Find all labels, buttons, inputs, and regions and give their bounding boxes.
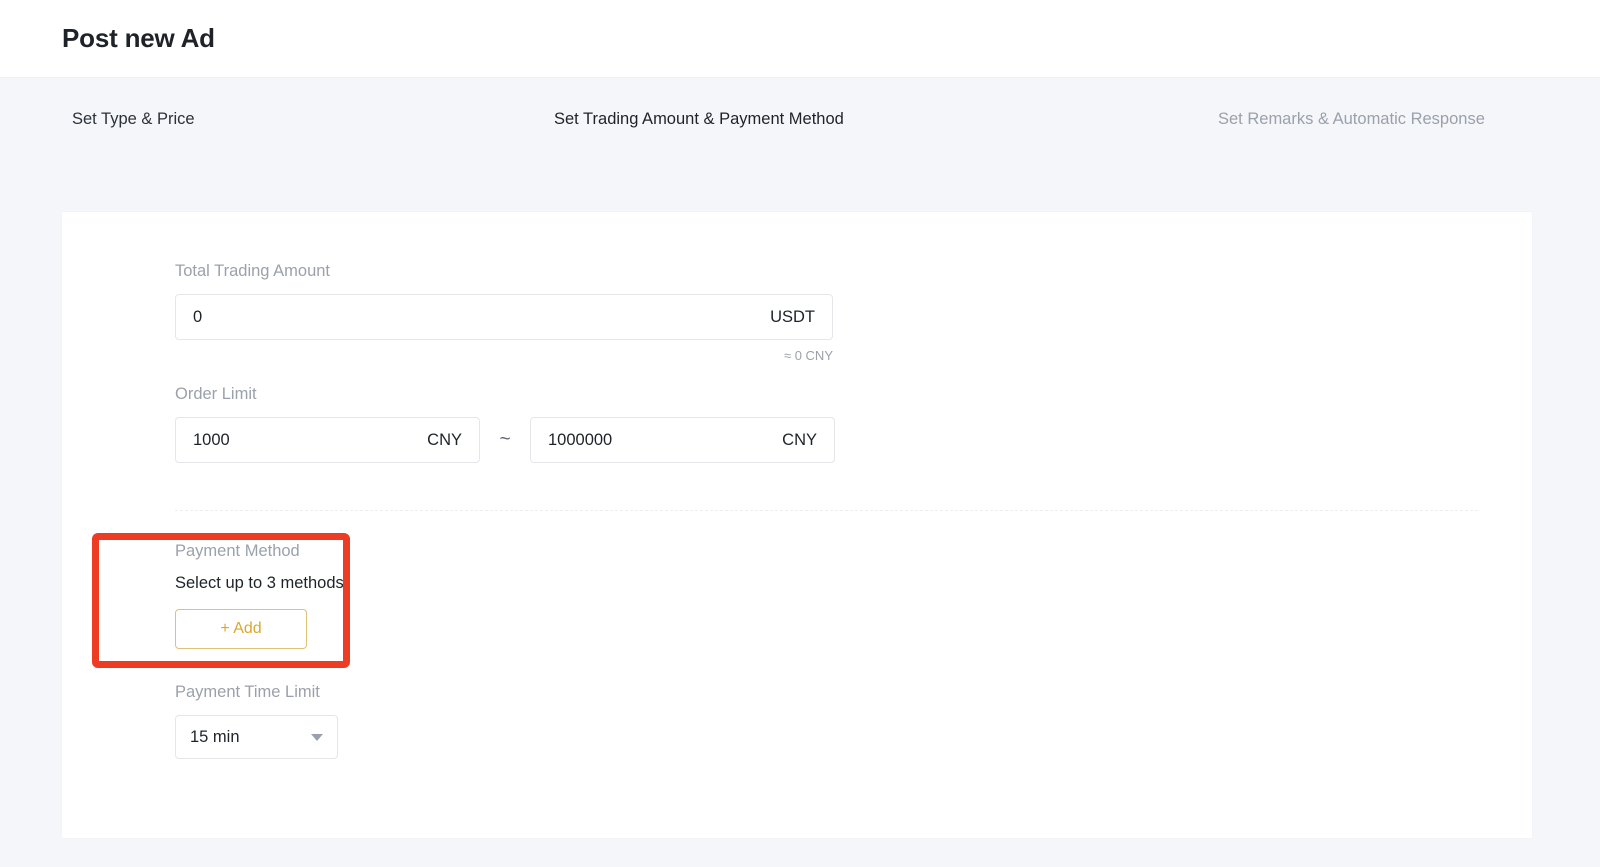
total-trading-amount-approx: ≈ 0 CNY [783, 348, 833, 363]
order-limit-max-field[interactable] [548, 430, 783, 450]
payment-method-label: Payment Method [175, 542, 300, 560]
stepper-label-3: Set Remarks & Automatic Response [1218, 110, 1485, 128]
page-title: Post new Ad [62, 23, 215, 53]
add-payment-method-button[interactable]: + Add [175, 609, 307, 649]
stepper-labels: Set Type & Price Set Trading Amount & Pa… [0, 78, 1600, 128]
payment-time-limit-value: 15 min [190, 727, 240, 746]
section-divider [175, 510, 1478, 511]
order-limit-section: Order Limit CNY ~ CNY [175, 385, 835, 463]
stepper-label-2[interactable]: Set Trading Amount & Payment Method [554, 110, 844, 129]
order-limit-separator: ~ [499, 429, 511, 450]
payment-method-section: Payment Method Select up to 3 methods + … [175, 542, 344, 649]
payment-time-limit-label: Payment Time Limit [175, 683, 320, 701]
order-limit-max-input[interactable]: CNY [530, 417, 835, 463]
payment-time-limit-select[interactable]: 15 min [175, 715, 338, 759]
total-trading-amount-input[interactable]: USDT [175, 294, 833, 340]
order-limit-min-unit: CNY [427, 430, 462, 449]
form-card: Total Trading Amount USDT ≈ 0 CNY Order … [62, 212, 1532, 838]
chevron-down-icon [311, 733, 323, 741]
page-header: Post new Ad [0, 0, 1600, 78]
payment-time-limit-section: Payment Time Limit 15 min [175, 683, 338, 759]
order-limit-row: CNY ~ CNY [175, 417, 835, 463]
order-limit-min-input[interactable]: CNY [175, 417, 480, 463]
order-limit-min-field[interactable] [193, 430, 428, 450]
progress-stepper: Set Type & Price Set Trading Amount & Pa… [0, 78, 1600, 267]
total-trading-amount-label: Total Trading Amount [175, 262, 331, 280]
stepper-label-1[interactable]: Set Type & Price [72, 110, 195, 129]
order-limit-label: Order Limit [175, 385, 257, 403]
total-trading-amount-unit: USDT [770, 307, 815, 326]
total-trading-amount-section: Total Trading Amount USDT ≈ 0 CNY [175, 262, 835, 363]
total-trading-amount-field[interactable] [193, 307, 771, 327]
payment-method-hint: Select up to 3 methods [175, 574, 344, 592]
order-limit-max-unit: CNY [782, 430, 817, 449]
